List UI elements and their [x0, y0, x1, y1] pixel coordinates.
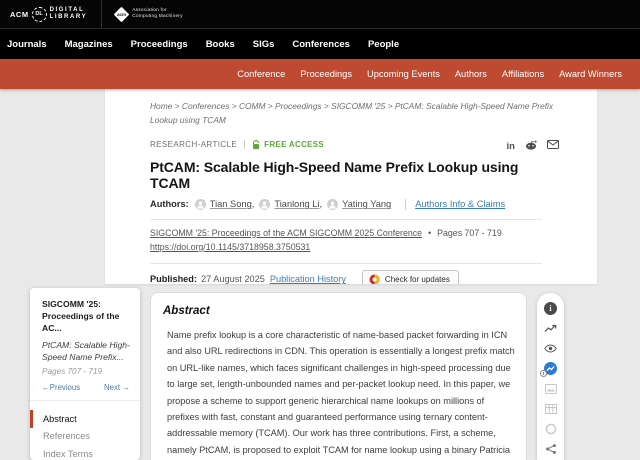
reddit-icon[interactable] [525, 140, 537, 150]
author-yating-yang[interactable]: Yating Yang [327, 199, 391, 210]
author-name: Yating Yang [342, 199, 391, 209]
sidebar-item-abstract[interactable]: Abstract [30, 410, 140, 427]
breadcrumb-proceedings[interactable]: Proceedings [275, 101, 331, 111]
abstract-section: Abstract Name prefix lookup is a core ch… [150, 292, 527, 460]
published-date: 27 August 2025 [201, 274, 265, 284]
nav-books[interactable]: Books [206, 39, 235, 50]
sidebar-item-references[interactable]: References [30, 428, 140, 445]
sidebar-pages: Pages 707 - 719 [42, 367, 130, 376]
divider [150, 263, 542, 264]
acm-association-logo[interactable]: acm Association for Computing Machinery [116, 8, 182, 21]
page-body: HomeConferencesCOMMProceedingsSIGCOMM '2… [0, 89, 640, 460]
breadcrumb-home[interactable]: Home [150, 101, 182, 111]
acm-dl-logo[interactable]: ACM DL DIGITAL LIBRARY [10, 7, 87, 22]
abstract-text: Name prefix lookup is a core characteris… [167, 327, 517, 460]
breadcrumb: HomeConferencesCOMMProceedingsSIGCOMM '2… [150, 89, 574, 128]
nav-people[interactable]: People [368, 39, 399, 50]
next-article-link[interactable]: Next [104, 383, 130, 392]
nav-journals[interactable]: Journals [7, 39, 47, 50]
authors-info-claims-link[interactable]: Authors Info & Claims [415, 199, 505, 209]
section-nav: Abstract References Index Terms Recommen… [30, 401, 140, 460]
published-row: Published: 27 August 2025 Publication Hi… [150, 270, 559, 284]
social-share-row [507, 136, 559, 154]
share-icon[interactable] [544, 442, 557, 455]
pending-clock-icon [540, 370, 547, 377]
figures-icon[interactable] [544, 382, 557, 395]
confnav-proceedings[interactable]: Proceedings [300, 69, 352, 79]
pages-label: Pages 707 - 719 [422, 228, 502, 238]
nav-magazines[interactable]: Magazines [65, 39, 113, 50]
info-icon[interactable] [544, 302, 557, 315]
author-name: Tian Song [210, 199, 252, 209]
breadcrumb-conferences[interactable]: Conferences [182, 101, 239, 111]
confnav-award-winners[interactable]: Award Winners [559, 69, 622, 79]
open-lock-icon [252, 140, 260, 150]
metrics-trend-icon[interactable] [544, 322, 557, 335]
authors-label: Authors: [150, 199, 189, 209]
breadcrumb-sigcomm25[interactable]: SIGCOMM '25 [331, 101, 395, 111]
digital-library-logo-text: DIGITAL LIBRARY [50, 7, 88, 22]
email-icon[interactable] [547, 140, 559, 149]
media-circle-icon[interactable] [544, 422, 557, 435]
article-meta-row: RESEARCH-ARTICLE FREE ACCESS [150, 136, 559, 154]
confnav-upcoming-events[interactable]: Upcoming Events [367, 69, 440, 79]
eye-icon[interactable] [544, 342, 557, 355]
dl-gear-icon: DL [32, 7, 47, 22]
acm-dl-page: ACM DL DIGITAL LIBRARY acm Association f… [0, 0, 640, 460]
author-avatar-icon [259, 199, 270, 210]
article-tools-toolbar [537, 293, 564, 460]
top-header-bar: ACM DL DIGITAL LIBRARY acm Association f… [0, 0, 640, 28]
sidebar-item-index-terms[interactable]: Index Terms [30, 445, 140, 460]
nav-proceedings[interactable]: Proceedings [131, 39, 188, 50]
free-access-label: FREE ACCESS [264, 140, 324, 149]
article-type-label: RESEARCH-ARTICLE [150, 140, 237, 149]
digital-text: DIGITAL [50, 7, 85, 13]
association-line1: Association for [132, 8, 166, 13]
divider [150, 219, 542, 220]
check-for-updates-label: Check for updates [385, 275, 450, 284]
nav-conferences[interactable]: Conferences [292, 39, 350, 50]
article-title: PtCAM: Scalable High-Speed Name Prefix L… [150, 159, 559, 191]
article-header-section: HomeConferencesCOMMProceedingsSIGCOMM '2… [105, 89, 597, 284]
previous-article-link[interactable]: Previous [42, 383, 80, 392]
sidebar-article-title: PtCAM: Scalable High-Speed Name Prefix..… [42, 339, 130, 363]
confnav-conference[interactable]: Conference [237, 69, 285, 79]
article-quick-nav-card: SIGCOMM '25: Proceedings of the AC... Pt… [30, 288, 140, 460]
tables-icon[interactable] [544, 402, 557, 415]
author-avatar-icon [195, 199, 206, 210]
author-name: Tianlong Li [274, 199, 319, 209]
author-tianlong-li[interactable]: Tianlong Li [259, 199, 322, 210]
published-label: Published: [150, 274, 197, 284]
confnav-authors[interactable]: Authors [455, 69, 487, 79]
authors-row: Authors: Tian Song Tianlong Li Yating Ya… [150, 199, 559, 210]
crossmark-icon [369, 274, 380, 284]
conference-nav: Conference Proceedings Upcoming Events A… [0, 59, 640, 89]
sidebar-venue-link[interactable]: SIGCOMM '25: Proceedings of the AC... [42, 298, 130, 334]
acm-logo-text: ACM [10, 10, 29, 19]
authors-divider [405, 199, 406, 210]
linkedin-icon[interactable] [507, 136, 515, 154]
author-avatar-icon [327, 199, 338, 210]
acm-diamond-text: acm [117, 11, 126, 16]
header-divider [101, 0, 102, 28]
association-line2: Computing Machinery [132, 14, 182, 19]
abstract-heading: Abstract [163, 305, 513, 317]
pagination-row: Previous Next [42, 383, 130, 392]
acm-diamond-icon: acm [114, 6, 130, 22]
usage-badge-icon[interactable] [544, 362, 557, 375]
breadcrumb-comm[interactable]: COMM [239, 101, 275, 111]
association-name: Association for Computing Machinery [132, 8, 182, 21]
main-nav: Journals Magazines Proceedings Books SIG… [0, 28, 640, 59]
author-tian-song[interactable]: Tian Song [195, 199, 255, 210]
venue-block: SIGCOMM '25: Proceedings of the ACM SIGC… [150, 226, 559, 254]
library-text: LIBRARY [50, 14, 88, 20]
doi-link[interactable]: https://doi.org/10.1145/3718958.3750531 [150, 240, 310, 254]
confnav-affiliations[interactable]: Affiliations [502, 69, 544, 79]
meta-divider [244, 140, 245, 149]
check-for-updates-button[interactable]: Check for updates [362, 270, 459, 284]
venue-link[interactable]: SIGCOMM '25: Proceedings of the ACM SIGC… [150, 228, 422, 238]
nav-sigs[interactable]: SIGs [253, 39, 275, 50]
publication-history-link[interactable]: Publication History [270, 274, 346, 284]
